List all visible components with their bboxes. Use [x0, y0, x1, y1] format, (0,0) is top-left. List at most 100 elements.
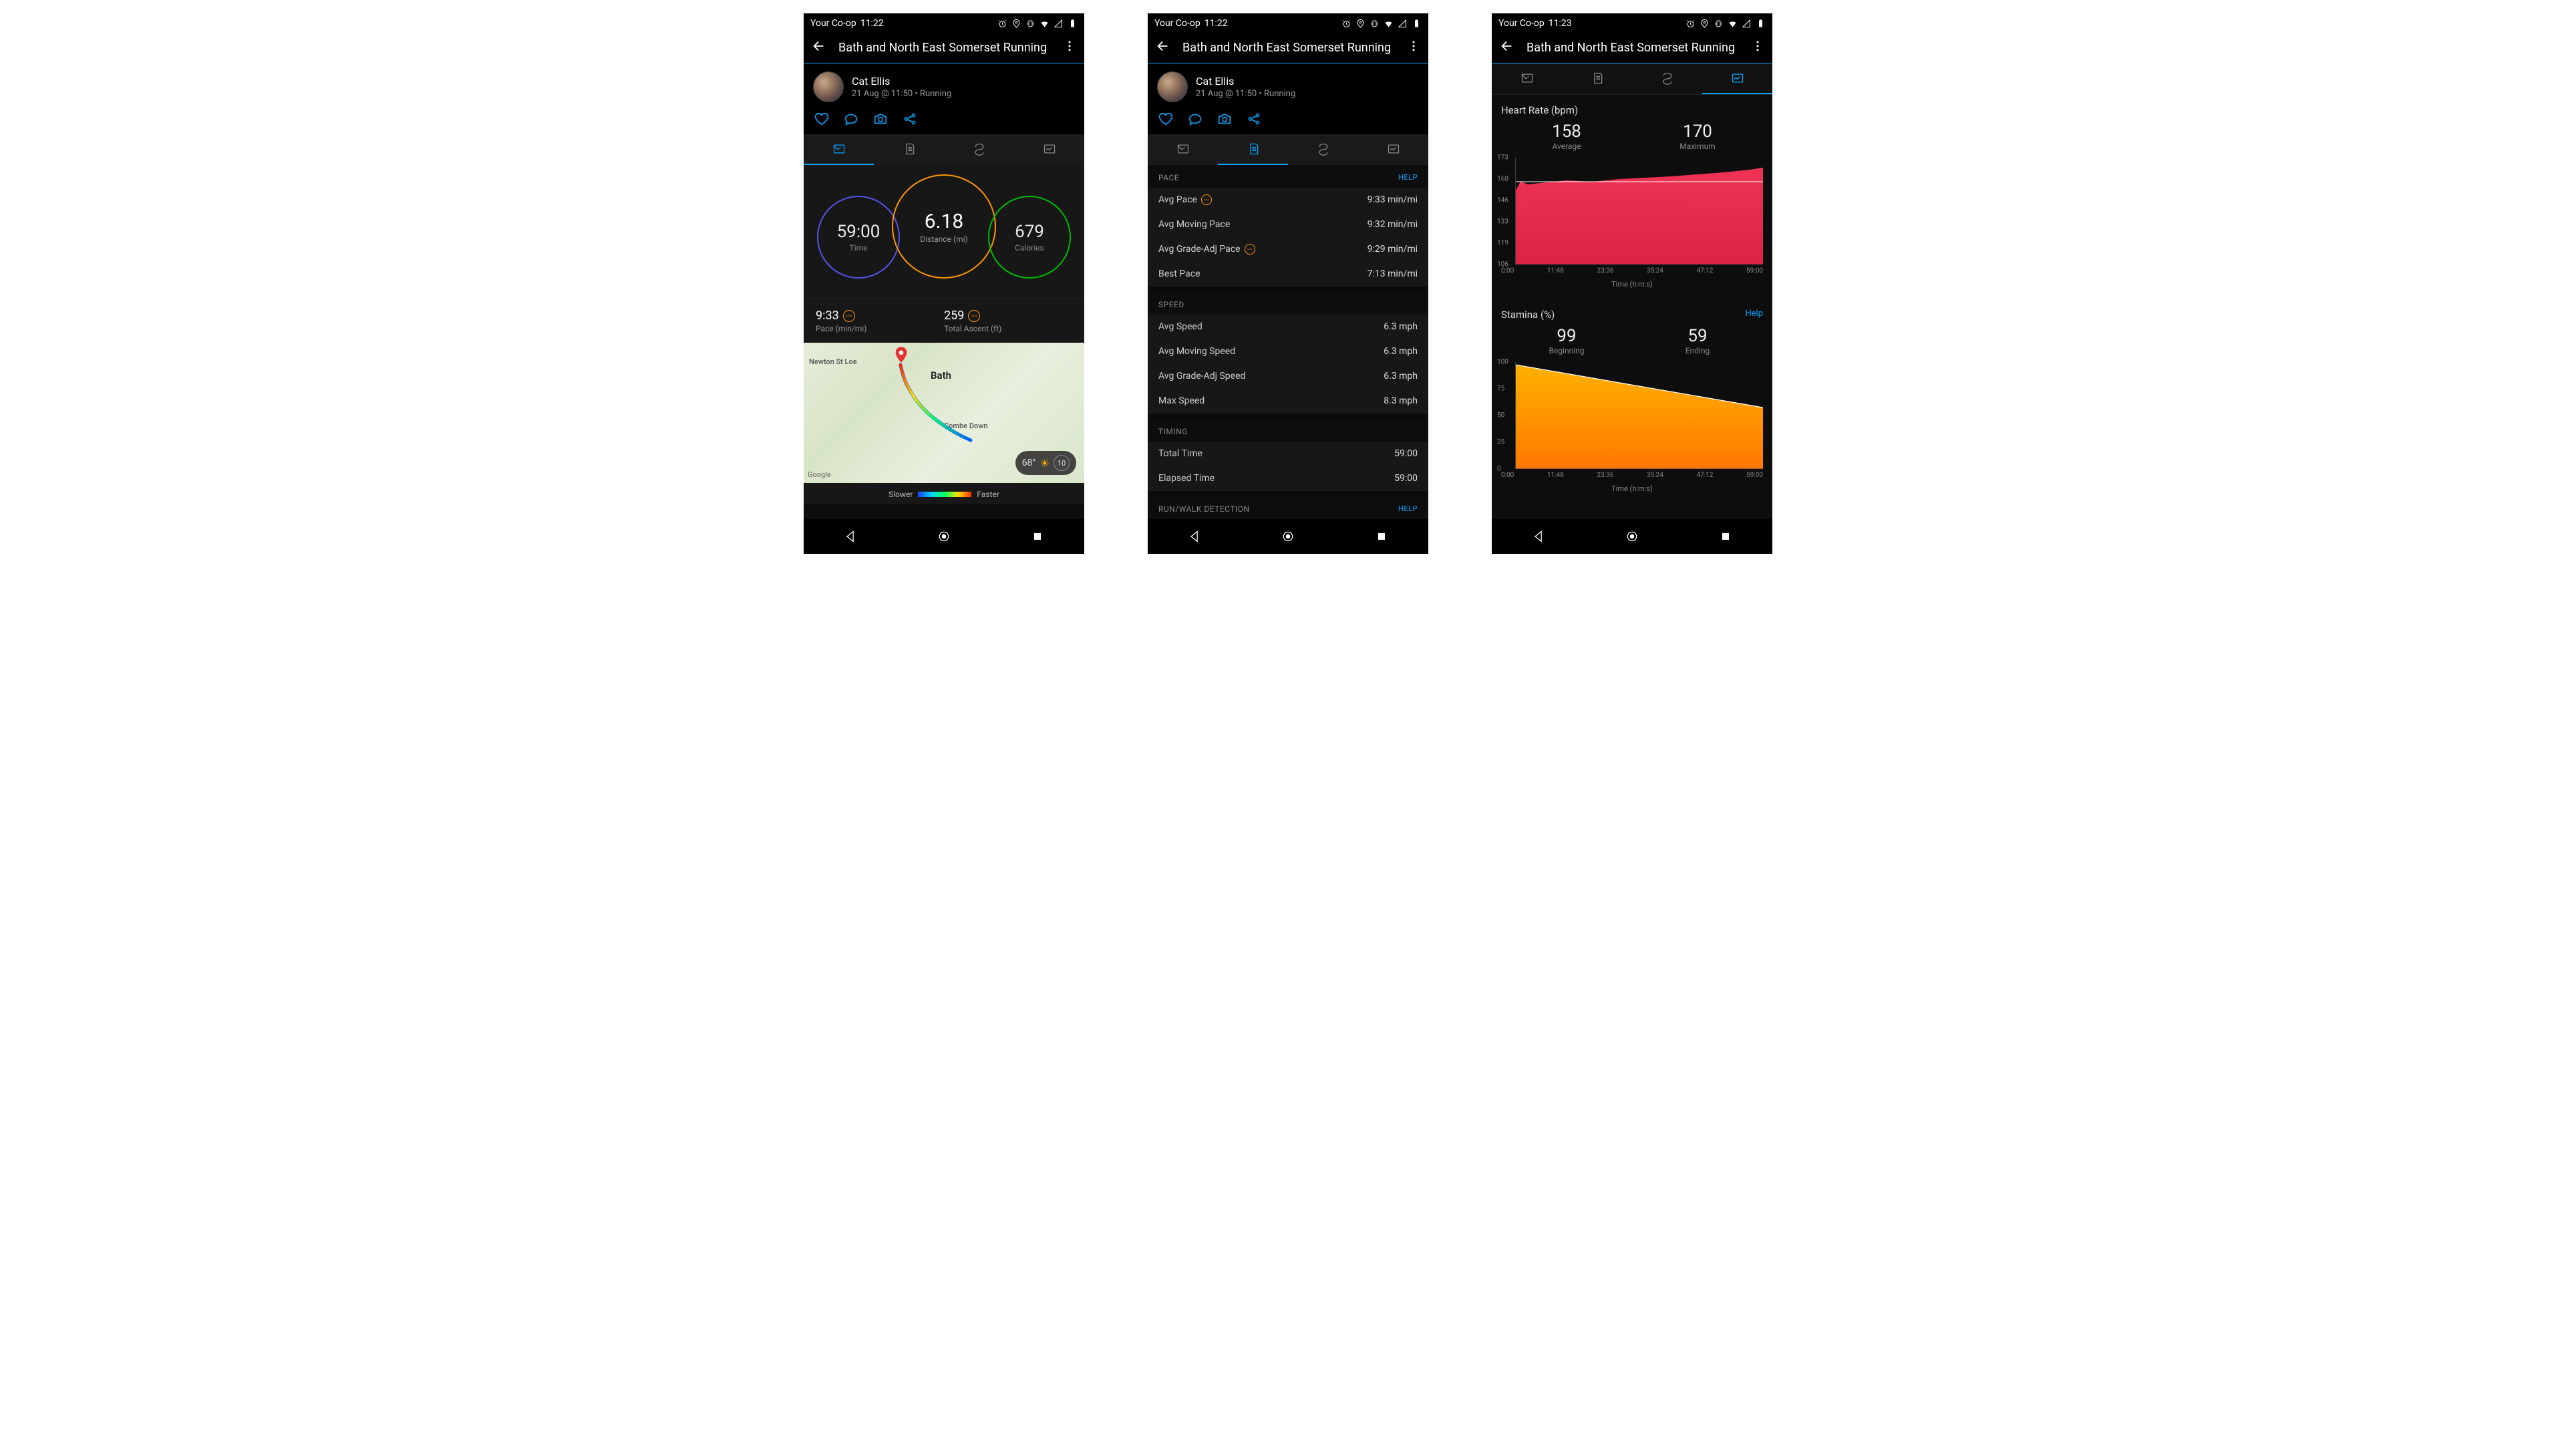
stat-row: 9:33〰 Pace (min/mi) 259〰 Total Ascent (f…	[804, 299, 1084, 343]
more-menu-button[interactable]	[1407, 39, 1420, 55]
tab-charts[interactable]	[1702, 63, 1772, 94]
tab-laps[interactable]	[944, 134, 1014, 165]
weather-badge[interactable]: 68° ☀ 10	[1015, 451, 1076, 475]
comment-icon[interactable]	[844, 112, 858, 126]
camera-icon[interactable]	[1217, 112, 1232, 126]
map-label-nw: Newton St Loe	[809, 357, 857, 366]
like-icon[interactable]	[814, 112, 829, 126]
tab-details[interactable]	[1562, 63, 1632, 94]
screen-details: Your Co-op 11:22 Bath and North East Som…	[1148, 13, 1428, 554]
hr-chart[interactable]: 173 160 146 133 119 106	[1501, 158, 1763, 265]
android-nav-bar	[1492, 519, 1772, 554]
tab-charts[interactable]	[1358, 134, 1428, 165]
app-bar: Bath and North East Somerset Running	[1492, 32, 1772, 63]
status-icons	[1685, 19, 1766, 29]
signal-icon	[1742, 19, 1752, 29]
tab-details[interactable]	[874, 134, 944, 165]
heart-rate-card: Heart Rate (bpm) 158 Average 170 Maximum…	[1492, 95, 1772, 299]
nav-home-icon[interactable]	[1281, 530, 1295, 543]
help-link[interactable]: Help	[1745, 309, 1763, 321]
runwalk-section-header: RUN/WALK DETECTION HELP	[1148, 496, 1428, 519]
route-map[interactable]: Newton St Loe Bath Combe Down Google 68°…	[804, 343, 1084, 483]
row-max-speed[interactable]: Max Speed8.3 mph	[1148, 389, 1428, 414]
tab-charts[interactable]	[1014, 134, 1084, 165]
carrier-label: Your Co-op	[1154, 18, 1200, 29]
status-bar: Your Co-op 11:22	[804, 13, 1084, 32]
app-bar: Bath and North East Somerset Running	[1148, 32, 1428, 63]
back-button[interactable]	[812, 39, 826, 56]
tab-laps[interactable]	[1632, 63, 1702, 94]
distance-circle[interactable]: 6.18 Distance (mi)	[892, 174, 996, 279]
nav-recent-icon[interactable]	[1031, 530, 1044, 543]
nav-recent-icon[interactable]	[1375, 530, 1388, 543]
row-avg-gap[interactable]: Avg Grade-Adj Pace〰9:29 min/mi	[1148, 237, 1428, 262]
nav-home-icon[interactable]	[1625, 530, 1639, 543]
profile-row[interactable]: Cat Ellis 21 Aug @ 11:50 • Running	[804, 63, 1084, 105]
help-link[interactable]: HELP	[1398, 173, 1418, 182]
status-icons	[997, 19, 1078, 29]
tab-details[interactable]	[1218, 134, 1288, 165]
tabs	[1148, 134, 1428, 165]
profile-name: Cat Ellis	[1196, 75, 1295, 88]
nav-back-icon[interactable]	[1188, 530, 1201, 543]
stamina-card: Stamina (%) Help 99 Beginning 59 Ending …	[1492, 299, 1772, 504]
time-circle[interactable]: 59:00 Time	[817, 196, 900, 279]
nav-home-icon[interactable]	[937, 530, 951, 543]
comment-icon[interactable]	[1188, 112, 1202, 126]
avatar	[813, 71, 844, 102]
row-avg-moving-speed[interactable]: Avg Moving Speed6.3 mph	[1148, 339, 1428, 364]
pace-section-header: PACE HELP	[1148, 165, 1428, 188]
signal-icon	[1054, 19, 1064, 29]
more-menu-button[interactable]	[1751, 39, 1764, 55]
pace-stat[interactable]: 9:33〰 Pace (min/mi)	[816, 309, 944, 333]
tab-stats[interactable]	[804, 134, 874, 165]
row-avg-speed[interactable]: Avg Speed6.3 mph	[1148, 315, 1428, 339]
hr-max-stat: 170 Maximum	[1632, 122, 1763, 151]
uv-index: 10	[1054, 455, 1070, 471]
stamina-x-ticks: 0:00 11:48 23:36 35:24 47:12 59:00	[1492, 469, 1772, 479]
back-button[interactable]	[1156, 39, 1170, 56]
more-menu-button[interactable]	[1063, 39, 1076, 55]
tab-stats[interactable]	[1492, 63, 1562, 94]
stamina-chart[interactable]: 100 75 50 25 0	[1501, 362, 1763, 469]
battery-icon	[1756, 19, 1766, 29]
status-bar: Your Co-op 11:23	[1492, 13, 1772, 32]
nav-back-icon[interactable]	[1532, 530, 1545, 543]
vibrate-icon	[1714, 19, 1724, 29]
row-avg-pace[interactable]: Avg Pace〰9:33 min/mi	[1148, 188, 1428, 212]
calories-circle[interactable]: 679 Calories	[988, 196, 1071, 279]
app-bar: Bath and North East Somerset Running	[804, 32, 1084, 63]
nav-recent-icon[interactable]	[1719, 530, 1732, 543]
tab-laps[interactable]	[1288, 134, 1358, 165]
ascent-stat[interactable]: 259〰 Total Ascent (ft)	[944, 309, 1072, 333]
row-best-pace[interactable]: Best Pace7:13 min/mi	[1148, 262, 1428, 287]
help-link[interactable]: HELP	[1398, 504, 1418, 514]
camera-icon[interactable]	[873, 112, 888, 126]
tabs	[1492, 63, 1772, 95]
row-elapsed-time[interactable]: Elapsed Time59:00	[1148, 466, 1428, 491]
profile-meta: 21 Aug @ 11:50 • Running	[1196, 89, 1295, 99]
profile-row[interactable]: Cat Ellis 21 Aug @ 11:50 • Running	[1148, 63, 1428, 105]
share-icon[interactable]	[1247, 112, 1261, 126]
social-actions	[1148, 105, 1428, 134]
wifi-icon	[1728, 19, 1738, 29]
page-title: Bath and North East Somerset Running	[1182, 41, 1395, 55]
pulse-icon: 〰	[968, 310, 980, 322]
clock: 11:22	[860, 18, 884, 29]
row-total-time[interactable]: Total Time59:00	[1148, 442, 1428, 466]
back-button[interactable]	[1500, 39, 1514, 56]
nav-back-icon[interactable]	[844, 530, 857, 543]
tab-stats[interactable]	[1148, 134, 1218, 165]
hr-x-ticks: 0:00 11:48 23:36 35:24 47:12 59:00	[1492, 265, 1772, 275]
tabs	[804, 134, 1084, 165]
wifi-icon	[1384, 19, 1394, 29]
carrier-label: Your Co-op	[810, 18, 856, 29]
status-bar: Your Co-op 11:22	[1148, 13, 1428, 32]
share-icon[interactable]	[903, 112, 917, 126]
row-avg-moving-pace[interactable]: Avg Moving Pace9:32 min/mi	[1148, 212, 1428, 237]
pulse-icon: 〰	[843, 310, 855, 322]
hr-title: Heart Rate (bpm)	[1501, 104, 1578, 116]
row-avg-gas[interactable]: Avg Grade-Adj Speed6.3 mph	[1148, 364, 1428, 389]
like-icon[interactable]	[1158, 112, 1173, 126]
stamina-x-label: Time (h:m:s)	[1492, 479, 1772, 496]
